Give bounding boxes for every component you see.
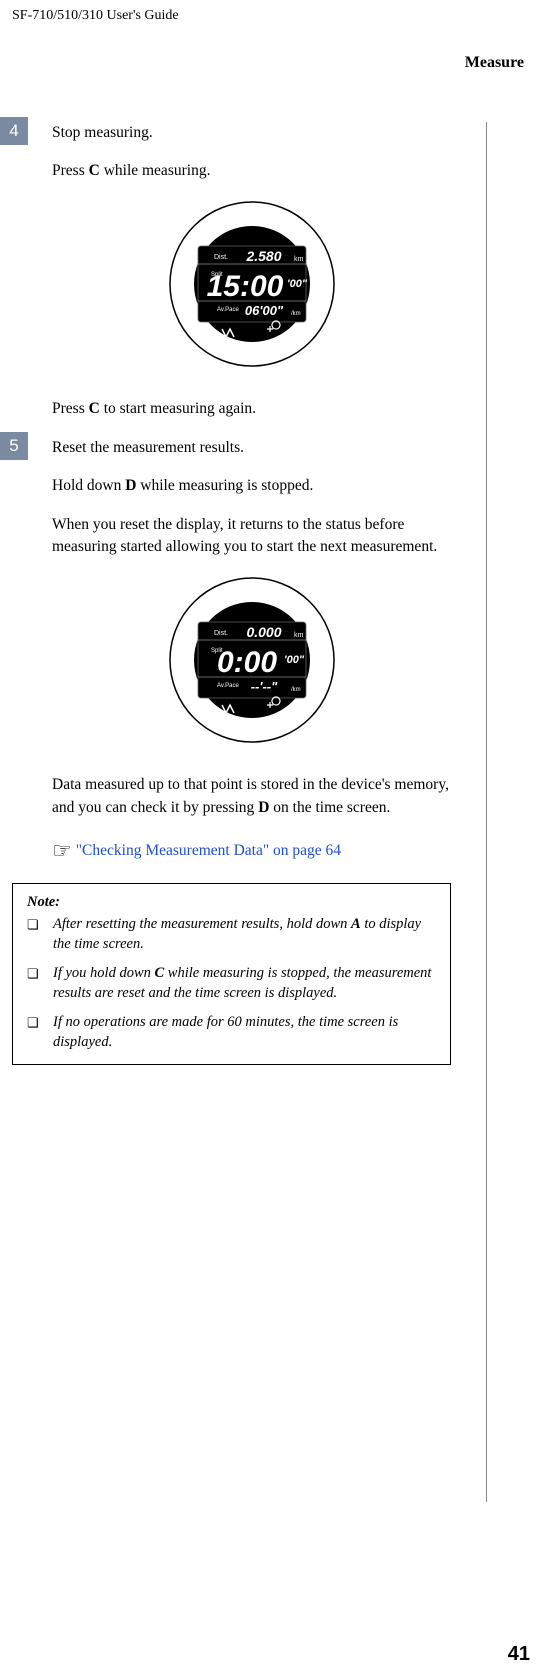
- note-list: After resetting the measurement results,…: [27, 915, 436, 1052]
- text: Hold down: [52, 477, 125, 494]
- note-box: Note: After resetting the measurement re…: [12, 883, 451, 1065]
- text: while measuring.: [100, 162, 211, 179]
- bold-key: D: [258, 799, 269, 816]
- watch-figure-2: Dist. 0.000 km Split 0:00 '00" Av.Pace -…: [52, 575, 451, 752]
- text: After resetting the measurement results,…: [53, 916, 351, 932]
- note-item: After resetting the measurement results,…: [27, 915, 436, 954]
- svg-text:Dist.: Dist.: [214, 254, 228, 261]
- text: Press: [52, 162, 89, 179]
- step-4: 4 Stop measuring. Press C while measurin…: [12, 122, 451, 421]
- bold-key: C: [155, 965, 165, 981]
- step-line: Hold down D while measuring is stopped.: [52, 475, 451, 497]
- text: Press: [52, 400, 89, 417]
- svg-text:/km: /km: [291, 311, 301, 317]
- bold-key: C: [89, 400, 100, 417]
- text: on the time screen.: [269, 799, 390, 816]
- watch-icon: Dist. 2.580 km Split 15:00 '00" Av.Pace …: [167, 199, 337, 369]
- svg-text:15:00: 15:00: [206, 270, 283, 303]
- step-line: Press C to start measuring again.: [52, 398, 451, 420]
- svg-text:km: km: [294, 632, 304, 639]
- document-header: SF-710/510/310 User's Guide: [12, 8, 532, 24]
- svg-text:0:00: 0:00: [216, 646, 276, 679]
- step-badge-4: 4: [0, 117, 28, 145]
- svg-text:'00": '00": [284, 654, 305, 666]
- step-body-4: Stop measuring. Press C while measuring.…: [52, 122, 451, 421]
- step-body-5: Reset the measurement results. Hold down…: [52, 437, 451, 867]
- step-line: Data measured up to that point is stored…: [52, 774, 451, 819]
- svg-text:2.580: 2.580: [245, 248, 281, 264]
- svg-text:Av.Pace: Av.Pace: [217, 307, 239, 313]
- text: If you hold down: [53, 965, 155, 981]
- page-title: Measure: [12, 54, 532, 72]
- step-5: 5 Reset the measurement results. Hold do…: [12, 437, 451, 867]
- note-title: Note:: [27, 894, 436, 911]
- svg-text:Dist.: Dist.: [214, 630, 228, 637]
- svg-text:'00": '00": [287, 278, 308, 290]
- cross-reference-link[interactable]: ☞"Checking Measurement Data" on page 64: [52, 835, 451, 867]
- step-line: When you reset the display, it returns t…: [52, 514, 451, 559]
- page-number: 41: [508, 1643, 530, 1666]
- bold-key: A: [351, 916, 361, 932]
- svg-text:Av.Pace: Av.Pace: [217, 683, 239, 689]
- watch-figure-1: Dist. 2.580 km Split 15:00 '00" Av.Pace …: [52, 199, 451, 376]
- note-item: If no operations are made for 60 minutes…: [27, 1013, 436, 1052]
- content-column: 4 Stop measuring. Press C while measurin…: [12, 122, 487, 1502]
- pointer-icon: ☞: [52, 835, 72, 867]
- watch-icon: Dist. 0.000 km Split 0:00 '00" Av.Pace -…: [167, 575, 337, 745]
- svg-text:06'00": 06'00": [244, 303, 283, 318]
- svg-text:0.000: 0.000: [246, 624, 281, 640]
- svg-text:/km: /km: [291, 687, 301, 693]
- bold-key: C: [89, 162, 100, 179]
- link-text: "Checking Measurement Data" on page 64: [76, 842, 341, 859]
- step-badge-5: 5: [0, 432, 28, 460]
- svg-text:km: km: [294, 256, 304, 263]
- note-item: If you hold down C while measuring is st…: [27, 964, 436, 1003]
- text: while measuring is stopped.: [136, 477, 313, 494]
- step-lead: Reset the measurement results.: [52, 437, 451, 459]
- step-lead: Stop measuring.: [52, 122, 451, 144]
- bold-key: D: [125, 477, 136, 494]
- step-line: Press C while measuring.: [52, 160, 451, 182]
- text: to start measuring again.: [100, 400, 256, 417]
- svg-text:--'--": --'--": [250, 679, 277, 694]
